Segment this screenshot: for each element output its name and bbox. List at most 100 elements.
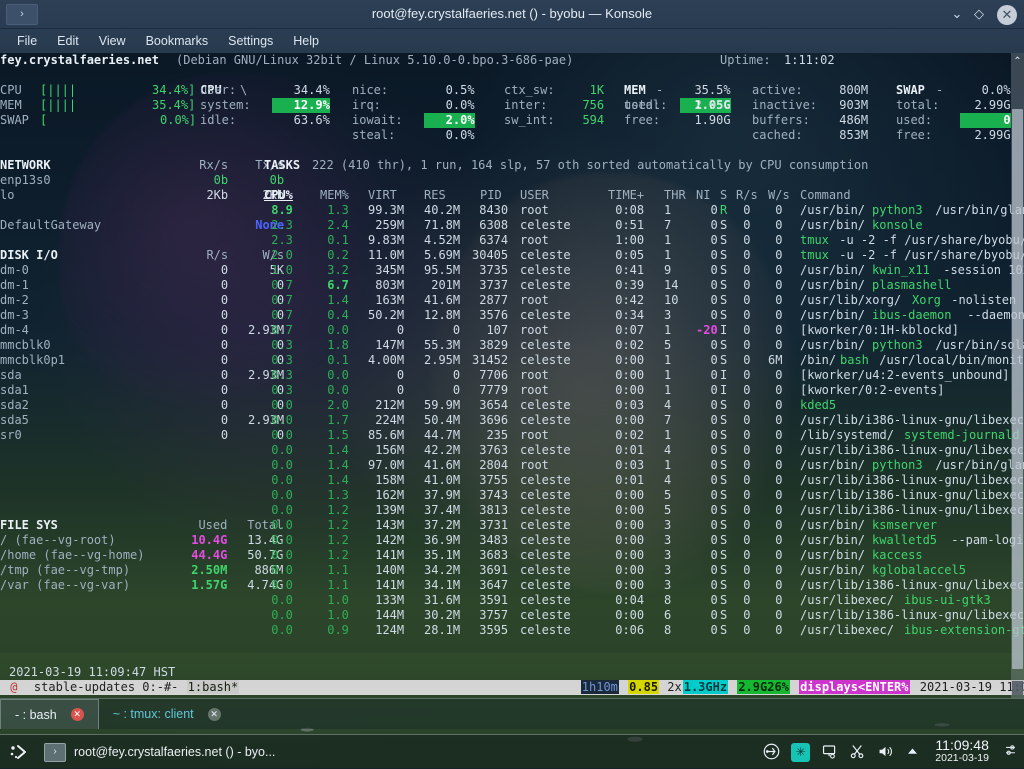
taskbar-clock[interactable]: 11:09:48 2021-03-19	[931, 738, 993, 765]
byobu-displays: displays<ENTER%	[799, 680, 910, 694]
proc-virt: 212M	[368, 398, 405, 412]
proc-user: celeste	[520, 308, 571, 322]
menu-item-bookmarks[interactable]: Bookmarks	[137, 31, 218, 51]
gauge-name-mem: MEM	[0, 98, 22, 112]
proc-state: S	[720, 608, 728, 622]
proc-user: celeste	[520, 353, 571, 367]
proc-time: 0:00	[608, 533, 645, 547]
proc-command-args: -u -2 -f /usr/share/byobu/p	[832, 233, 1024, 247]
byobu-window-bash[interactable]: 1:bash*	[186, 680, 240, 694]
menu-item-help[interactable]: Help	[284, 31, 328, 51]
swap-free: free:	[896, 128, 933, 142]
proc-user: celeste	[520, 263, 571, 277]
cpu3-ctx_sw: ctx_sw:	[504, 83, 555, 97]
proc-time: 0:00	[608, 368, 645, 382]
proc-rs: 0	[736, 608, 751, 622]
proc-command-prefix: /usr/lib/i386-linux-gnu/libexec/	[800, 578, 1024, 592]
task-list: › root@fey.crystalfaeries.net () - byo..…	[40, 742, 763, 762]
filesys-mount-1: /home (fae--vg-home)	[0, 548, 145, 562]
proc-state: S	[720, 353, 728, 367]
proc-state: S	[720, 263, 728, 277]
proc-virt: 162M	[368, 488, 405, 502]
proc-thr: 1	[664, 248, 672, 262]
proc-cpu: 0.0	[264, 458, 293, 472]
proc-virt: 85.6M	[368, 428, 405, 442]
mem2-inactive-value: 903M	[832, 98, 869, 112]
default-gateway-label: DefaultGateway	[0, 218, 102, 232]
proc-virt: 163M	[368, 293, 405, 307]
proc-mem: 1.0	[320, 593, 349, 607]
scrollbar-thumb[interactable]	[1012, 109, 1023, 669]
proc-thr: 8	[664, 593, 672, 607]
cpu2-irq-value: 0.0%	[424, 98, 475, 112]
cpu2-iowait-value: 2.0%	[424, 113, 475, 128]
menu-item-file[interactable]: File	[8, 31, 46, 51]
mem-dash: -	[656, 83, 664, 97]
proc-virt: 0	[368, 323, 405, 337]
proc-mem: 1.7	[320, 413, 349, 427]
terminal-scrollbar[interactable]: ⌃	[1011, 53, 1024, 698]
menu-item-settings[interactable]: Settings	[219, 31, 282, 51]
kde-connect-icon[interactable]: ✳	[791, 742, 811, 762]
filesys-title: FILE SYS	[0, 518, 58, 532]
proc-pid: 3654	[472, 398, 509, 412]
proc-virt: 124M	[368, 623, 405, 637]
show-hidden-tray-icon[interactable]	[905, 744, 920, 761]
menu-item-view[interactable]: View	[90, 31, 135, 51]
proc-ws: 0	[768, 293, 783, 307]
byobu-uptime: 1h10m	[580, 680, 619, 694]
scrollbar-up-arrow[interactable]: ⌃	[1012, 56, 1023, 68]
proc-state: S	[720, 623, 728, 637]
show-desktop-button[interactable]	[1004, 743, 1016, 762]
tab-close-icon[interactable]: ✕	[207, 707, 221, 721]
proc-user: celeste	[520, 398, 571, 412]
proc-ws: 0	[768, 428, 783, 442]
proc-command-name: systemd-journald	[904, 428, 1020, 442]
proc-virt: 144M	[368, 608, 405, 622]
proc-pid: 6308	[472, 218, 509, 232]
filesys-used-1: 44.4G	[184, 548, 228, 562]
application-launcher-icon[interactable]	[0, 735, 40, 769]
proc-state: S	[720, 278, 728, 292]
proc-cpu: 0.0	[264, 608, 293, 622]
display-icon[interactable]	[821, 743, 838, 762]
proc-header-rs: R/s	[736, 188, 758, 202]
tab-tmux-client[interactable]: ~ : tmux: client ✕	[99, 699, 235, 729]
proc-ws: 0	[768, 278, 783, 292]
proc-time: 0:02	[608, 428, 645, 442]
cpu3-ctx_sw-value: 1K	[568, 83, 605, 97]
usb-icon[interactable]	[763, 743, 780, 762]
proc-rs: 0	[736, 368, 751, 382]
volume-icon[interactable]	[877, 743, 894, 762]
proc-ws: 0	[768, 608, 783, 622]
proc-rs: 0	[736, 338, 751, 352]
proc-command-name: kaccess	[872, 548, 923, 562]
screenshot-scissors-icon[interactable]	[849, 743, 866, 762]
proc-cpu: 0.0	[264, 488, 293, 502]
proc-command-prefix: /usr/bin/	[800, 203, 866, 217]
minimize-icon[interactable]: ⌄	[946, 0, 968, 28]
proc-header-mem: MEM%	[320, 188, 349, 202]
proc-state: S	[720, 548, 728, 562]
mem2-buffers: buffers:	[752, 113, 810, 127]
maximize-icon[interactable]: ◇	[968, 0, 990, 28]
scrollbar-down-arrow[interactable]	[1012, 681, 1023, 695]
menu-item-edit[interactable]: Edit	[48, 31, 88, 51]
proc-cpu: 0.0	[264, 473, 293, 487]
system-tray: ✳ 11:09:48 2021-03-19	[763, 738, 1024, 765]
terminal-viewport[interactable]: fey.crystalfaeries.net (Debian GNU/Linux …	[0, 53, 1024, 698]
proc-cpu: 0.0	[264, 563, 293, 577]
proc-command-name: ksmserver	[872, 518, 938, 532]
proc-ni: 0	[696, 518, 718, 532]
tab-close-icon[interactable]: ✕	[70, 708, 84, 721]
proc-command-args: /usr/bin/glance	[935, 458, 1024, 472]
proc-mem: 0.0	[320, 368, 349, 382]
tab-bash[interactable]: - : bash ✕	[0, 699, 99, 729]
disk-dev-sr0: sr0	[0, 428, 22, 442]
proc-command-args: /usr/bin/glance	[935, 203, 1024, 217]
close-button[interactable]: ✕	[996, 0, 1018, 28]
proc-time: 0:04	[608, 593, 645, 607]
task-button-konsole[interactable]: › root@fey.crystalfaeries.net () - byo..…	[44, 742, 275, 762]
byobu-spacer	[239, 680, 581, 694]
menu-bar: File Edit View Bookmarks Settings Help	[0, 29, 1024, 54]
